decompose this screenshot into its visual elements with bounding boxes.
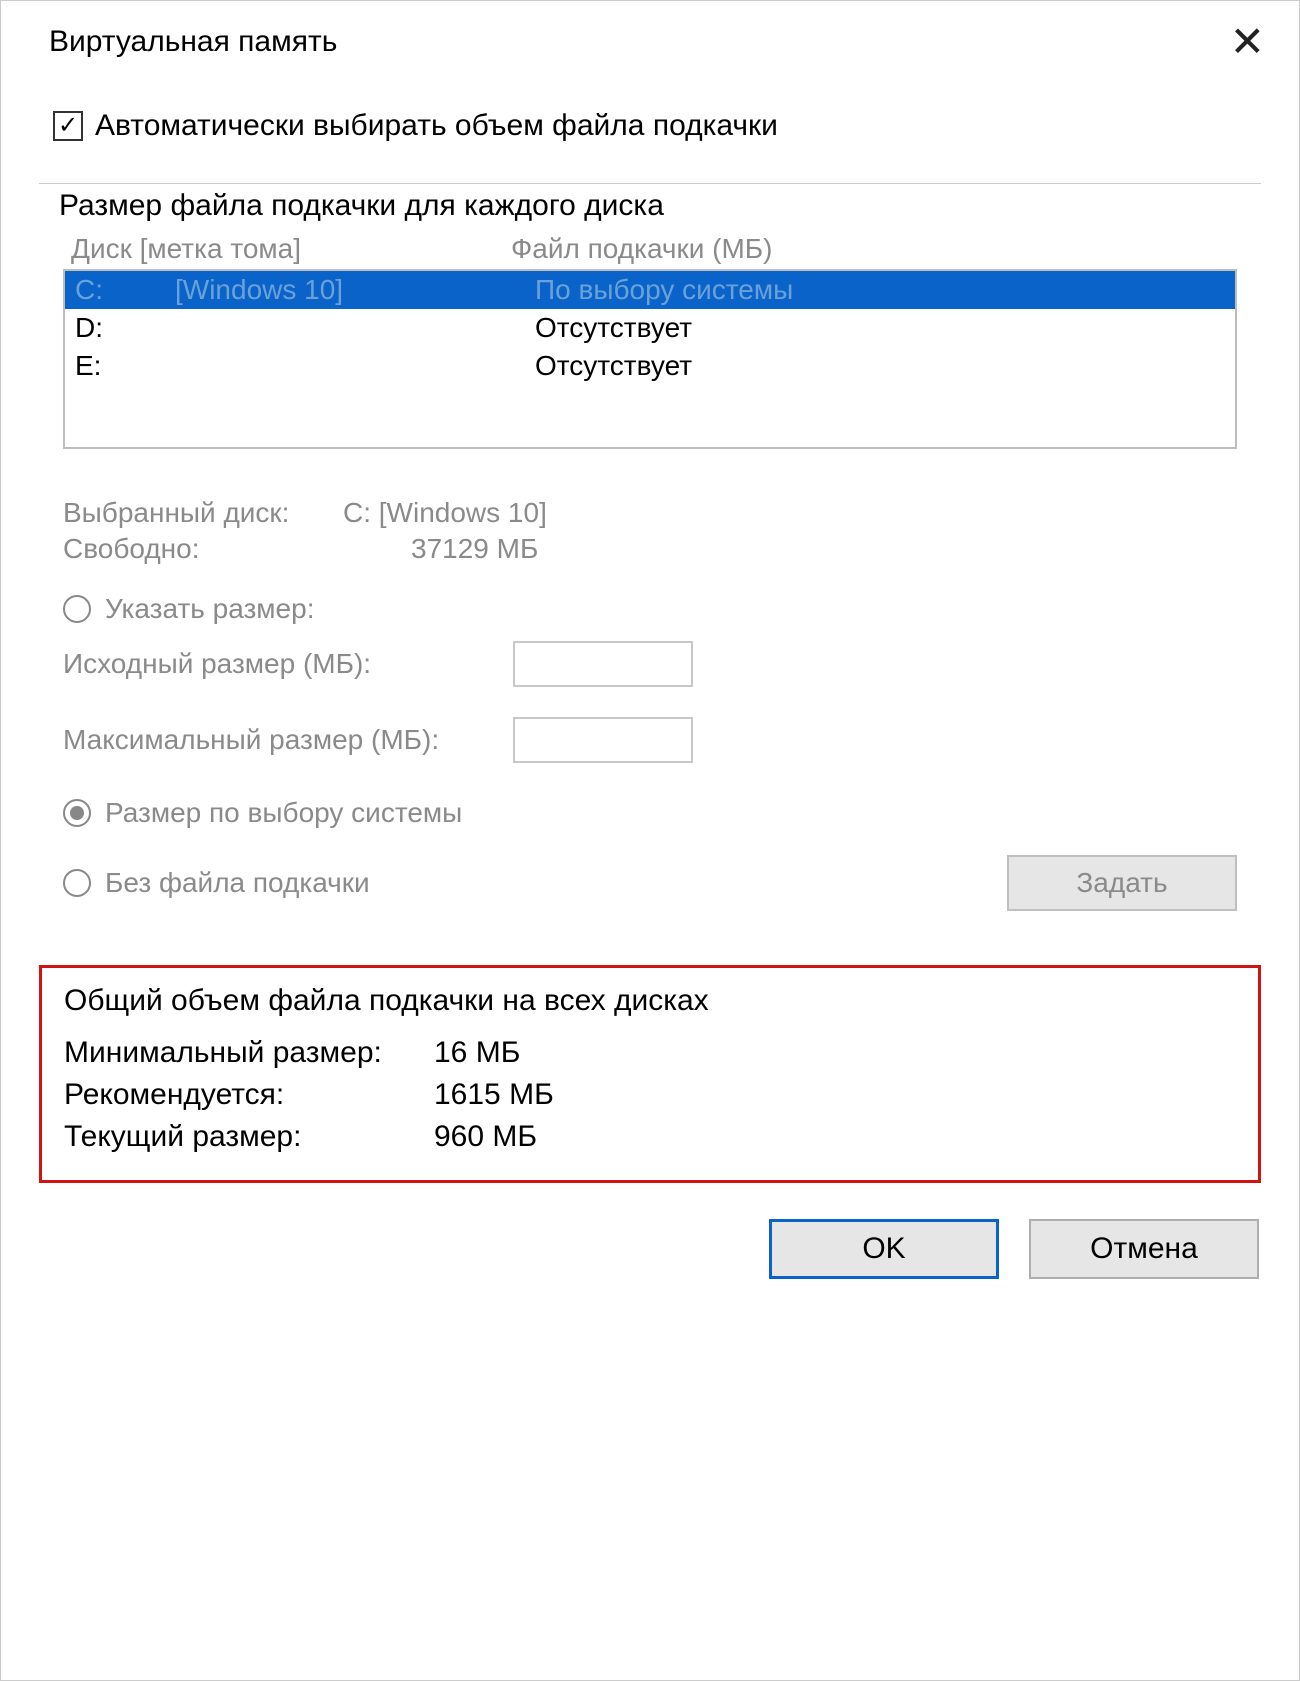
radio-system-label: Размер по выбору системы	[105, 797, 462, 829]
close-icon[interactable]: ✕	[1224, 21, 1271, 63]
min-size-label: Минимальный размер:	[64, 1036, 434, 1070]
disk-letter: E:	[75, 350, 175, 382]
selected-disk-row: Выбранный диск: C: [Windows 10]	[63, 497, 1237, 529]
selected-disk-value: C: [Windows 10]	[343, 497, 1237, 529]
initial-size-row: Исходный размер (МБ):	[63, 641, 1237, 687]
disk-volume-label: [Windows 10]	[175, 274, 535, 306]
disk-list-header: Диск [метка тома] Файл подкачки (МБ)	[63, 231, 1237, 267]
current-size-label: Текущий размер:	[64, 1120, 434, 1154]
recommended-value: 1615 МБ	[434, 1078, 554, 1112]
disk-row-e[interactable]: E: Отсутствует	[65, 347, 1235, 385]
disk-pagefile: По выбору системы	[535, 274, 1225, 306]
initial-size-label: Исходный размер (МБ):	[63, 648, 513, 680]
radio-custom-label: Указать размер:	[105, 593, 314, 625]
auto-manage-label: Автоматически выбирать объем файла подка…	[95, 109, 778, 143]
set-button[interactable]: Задать	[1007, 855, 1237, 911]
cancel-button[interactable]: Отмена	[1029, 1219, 1259, 1279]
auto-manage-checkbox[interactable]: ✓	[53, 111, 83, 141]
virtual-memory-dialog: Виртуальная память ✕ ✓ Автоматически выб…	[0, 0, 1300, 1681]
per-drive-group: Размер файла подкачки для каждого диска …	[39, 165, 1261, 935]
ok-button[interactable]: OK	[769, 1219, 999, 1279]
auto-manage-row[interactable]: ✓ Автоматически выбирать объем файла под…	[53, 109, 1261, 143]
disk-letter: C:	[75, 274, 175, 306]
dialog-content: ✓ Автоматически выбирать объем файла под…	[1, 87, 1299, 1303]
recommended-label: Рекомендуется:	[64, 1078, 434, 1112]
disk-pagefile: Отсутствует	[535, 312, 1225, 344]
free-space-value: 37129 МБ	[343, 533, 1237, 565]
min-size-row: Минимальный размер: 16 МБ	[64, 1032, 1236, 1074]
dialog-title: Виртуальная память	[49, 25, 337, 59]
free-space-label: Свободно:	[63, 533, 343, 565]
header-pagefile: Файл подкачки (МБ)	[511, 233, 1229, 265]
disk-row-c[interactable]: C: [Windows 10] По выбору системы	[65, 271, 1235, 309]
totals-group: Общий объем файла подкачки на всех диска…	[39, 965, 1261, 1183]
dialog-buttons: OK Отмена	[39, 1219, 1261, 1279]
header-drive: Диск [метка тома]	[71, 233, 511, 265]
disk-letter: D:	[75, 312, 175, 344]
radio-icon	[63, 799, 91, 827]
initial-size-input[interactable]	[513, 641, 693, 687]
per-drive-legend: Размер файла подкачки для каждого диска	[59, 189, 672, 223]
max-size-row: Максимальный размер (МБ):	[63, 717, 1237, 763]
radio-none-label: Без файла подкачки	[105, 867, 370, 899]
disk-list[interactable]: C: [Windows 10] По выбору системы D: Отс…	[63, 269, 1237, 449]
min-size-value: 16 МБ	[434, 1036, 520, 1070]
current-size-row: Текущий размер: 960 МБ	[64, 1116, 1236, 1158]
titlebar: Виртуальная память ✕	[1, 1, 1299, 87]
radio-icon	[63, 869, 91, 897]
recommended-row: Рекомендуется: 1615 МБ	[64, 1074, 1236, 1116]
max-size-label: Максимальный размер (МБ):	[63, 724, 513, 756]
radio-no-pagefile[interactable]: Без файла подкачки	[63, 867, 370, 899]
radio-system-managed[interactable]: Размер по выбору системы	[63, 797, 1237, 829]
current-size-value: 960 МБ	[434, 1120, 537, 1154]
disk-pagefile: Отсутствует	[535, 350, 1225, 382]
max-size-input[interactable]	[513, 717, 693, 763]
free-space-row: Свободно: 37129 МБ	[63, 533, 1237, 565]
radio-custom-size[interactable]: Указать размер:	[63, 593, 1237, 625]
disk-row-d[interactable]: D: Отсутствует	[65, 309, 1235, 347]
selected-disk-label: Выбранный диск:	[63, 497, 343, 529]
totals-legend: Общий объем файла подкачки на всех диска…	[64, 984, 1236, 1018]
radio-icon	[63, 595, 91, 623]
